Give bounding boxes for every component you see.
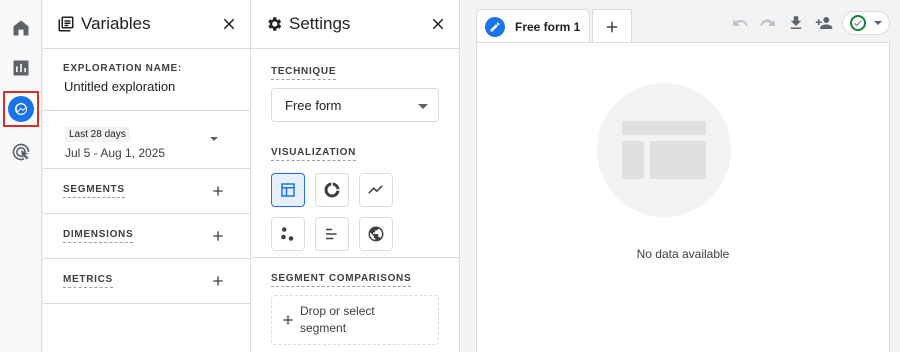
line-chart-icon: [368, 185, 383, 194]
reports-nav-button[interactable]: [5, 52, 37, 84]
dimensions-row: DIMENSIONS: [43, 214, 250, 259]
technique-label: TECHNIQUE: [271, 66, 337, 80]
visualization-grid: [271, 173, 439, 251]
download-button[interactable]: [782, 11, 810, 35]
share-button[interactable]: [810, 11, 838, 35]
technique-value: Free form: [285, 97, 342, 113]
add-metric-button[interactable]: [210, 273, 226, 289]
scatter-visualization-button[interactable]: [271, 217, 305, 251]
drop-segment-text-line2: segment: [300, 321, 347, 335]
close-icon: [223, 18, 235, 30]
segments-row: SEGMENTS: [43, 169, 250, 214]
date-preset-chip: Last 28 days: [65, 127, 130, 142]
tab-free-form-1[interactable]: Free form 1: [476, 9, 590, 43]
close-variables-button[interactable]: [220, 15, 238, 33]
empty-table-illustration: [597, 83, 731, 217]
target-cursor-icon: [12, 143, 30, 161]
bar-visualization-button[interactable]: [315, 217, 349, 251]
home-nav-button[interactable]: [5, 12, 37, 44]
plus-icon: [606, 21, 618, 32]
redo-icon: [760, 19, 775, 26]
plus-icon: [213, 276, 223, 286]
geo-visualization-button[interactable]: [359, 217, 393, 251]
variables-title: Variables: [81, 14, 151, 33]
donut-chart-icon: [324, 182, 340, 198]
settings-title: Settings: [289, 14, 351, 33]
chevron-down-icon: [874, 21, 882, 25]
drop-segment-text-line1: Drop or select: [300, 304, 375, 318]
undo-button[interactable]: [726, 11, 754, 35]
table-visualization-button[interactable]: [271, 173, 305, 207]
plus-icon: [213, 186, 223, 196]
exploration-name-section[interactable]: EXPLORATION NAME: Untitled exploration: [43, 49, 250, 111]
date-range-text: Jul 5 - Aug 1, 2025: [65, 146, 166, 160]
metrics-row: METRICS: [43, 259, 250, 304]
tab-label: Free form 1: [515, 19, 581, 34]
table-icon: [281, 183, 295, 197]
chevron-down-icon: [418, 104, 428, 109]
settings-body: TECHNIQUE Free form VISUALIZATION: [251, 49, 459, 251]
add-tab-button[interactable]: [592, 9, 632, 43]
download-icon: [790, 16, 802, 29]
line-visualization-button[interactable]: [359, 173, 393, 207]
add-segment-button[interactable]: [210, 183, 226, 199]
settings-panel: Settings TECHNIQUE Free form VISUALIZATI…: [251, 0, 460, 352]
horizontal-bar-icon: [326, 228, 337, 240]
add-dimension-button[interactable]: [210, 228, 226, 244]
canvas-area: Free form 1 No data available: [460, 0, 900, 352]
canvas-toolbar: [726, 11, 890, 35]
pencil-icon: [485, 16, 505, 37]
close-settings-button[interactable]: [429, 15, 447, 33]
variables-icon: [58, 16, 74, 32]
advertising-nav-button[interactable]: [5, 136, 37, 168]
variables-header: Variables: [43, 0, 250, 49]
globe-icon: [368, 226, 384, 242]
undo-icon: [733, 19, 748, 26]
left-nav-rail: [0, 0, 42, 352]
exploration-canvas: No data available: [476, 42, 890, 352]
bar-chart-icon: [13, 60, 29, 76]
explore-nav-button[interactable]: [3, 91, 39, 127]
exploration-workspace: Variables EXPLORATION NAME: Untitled exp…: [0, 0, 900, 352]
no-data-message: No data available: [636, 247, 730, 261]
plus-icon: [280, 312, 296, 328]
chevron-down-icon: [210, 137, 218, 141]
segment-drop-zone[interactable]: Drop or select segment: [271, 295, 439, 345]
plus-icon: [213, 231, 223, 241]
status-dropdown-button[interactable]: [842, 11, 890, 35]
donut-visualization-button[interactable]: [315, 173, 349, 207]
dimensions-label: DIMENSIONS: [63, 229, 134, 243]
exploration-name-value[interactable]: Untitled exploration: [64, 79, 230, 94]
scatter-plot-icon: [281, 227, 294, 241]
segment-comparisons-label: SEGMENT COMPARISONS: [271, 273, 412, 287]
metrics-label: METRICS: [63, 274, 113, 288]
person-add-icon: [815, 17, 833, 29]
date-range-selector[interactable]: Last 28 days Jul 5 - Aug 1, 2025: [43, 111, 250, 169]
close-icon: [432, 18, 444, 30]
segment-comparisons-section: SEGMENT COMPARISONS Drop or select segme…: [251, 257, 459, 345]
visualization-label: VISUALIZATION: [271, 147, 357, 161]
redo-button[interactable]: [754, 11, 782, 35]
check-circle-icon: [850, 15, 866, 31]
home-icon: [13, 20, 29, 36]
explore-icon: [8, 96, 34, 122]
variables-panel: Variables EXPLORATION NAME: Untitled exp…: [43, 0, 251, 352]
technique-select[interactable]: Free form: [271, 88, 439, 122]
exploration-name-label: EXPLORATION NAME:: [63, 63, 182, 74]
gear-icon: [268, 17, 282, 31]
settings-header: Settings: [251, 0, 459, 49]
segments-label: SEGMENTS: [63, 184, 125, 198]
